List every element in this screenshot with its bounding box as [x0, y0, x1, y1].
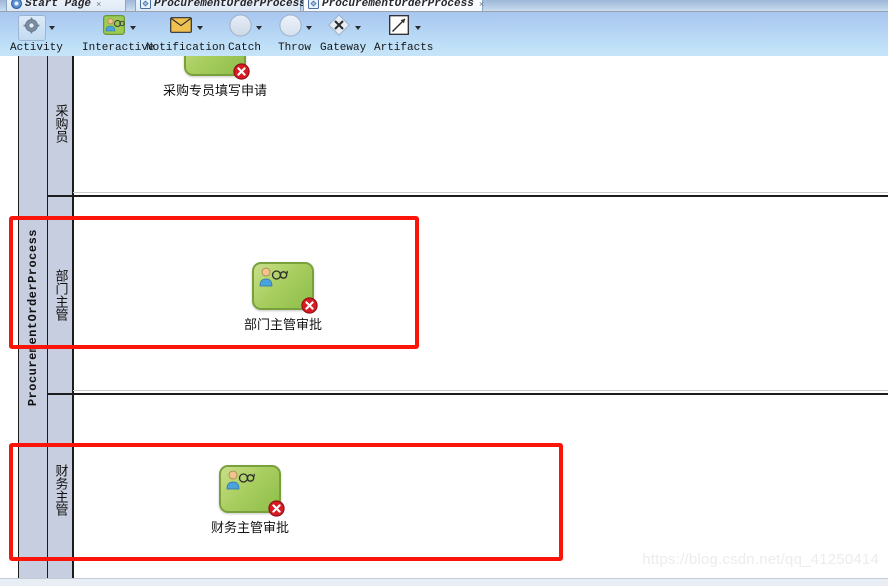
- palette-group-catch: Catch: [227, 13, 262, 54]
- envelope-icon: [170, 17, 193, 38]
- close-icon[interactable]: ×: [479, 0, 484, 10]
- gateway-dropdown-chevron-down-icon[interactable]: [354, 25, 361, 30]
- annotation-finance-manager-highlight: [9, 443, 563, 561]
- user-task-icon: [102, 15, 125, 40]
- bottom-status-strip: [0, 578, 888, 586]
- catch-button[interactable]: [227, 13, 253, 42]
- activity-button[interactable]: [17, 14, 46, 41]
- throw-event-circle-icon: [278, 13, 302, 42]
- gear-icon: [23, 17, 40, 39]
- diagram-file-icon: [140, 0, 151, 9]
- lane-body-procurement-clerk[interactable]: [73, 56, 888, 196]
- annotation-department-manager-highlight: [9, 216, 419, 349]
- interactive-button[interactable]: [101, 15, 127, 40]
- palette-group-activity: Activity: [10, 14, 63, 54]
- tab-label: ProcurementOrderProcess: [322, 0, 474, 10]
- artifacts-button[interactable]: [386, 15, 412, 40]
- tab-procurement-order-process-1[interactable]: ProcurementOrderProcess ×: [135, 0, 316, 11]
- application-window: Start Page × ProcurementOrderProcess × P…: [0, 0, 888, 586]
- palette-label-throw: Throw: [277, 42, 311, 54]
- palette-group-gateway: Gateway: [320, 14, 366, 54]
- tab-start-page[interactable]: Start Page ×: [6, 0, 126, 11]
- notification-button[interactable]: [168, 16, 194, 40]
- close-icon[interactable]: ×: [96, 0, 101, 10]
- tab-procurement-order-process-2[interactable]: ProcurementOrderProcess ×: [303, 0, 484, 11]
- start-page-icon: [11, 0, 22, 9]
- task-procurement-fill-request[interactable]: 采购专员填写申请: [163, 56, 267, 99]
- lane-header-procurement-clerk[interactable]: 采购员: [48, 56, 73, 196]
- artifacts-arrow-icon: [389, 15, 410, 40]
- task-label: 采购专员填写申请: [162, 84, 268, 99]
- palette-group-notification: Notification: [146, 14, 225, 54]
- gateway-diamond-icon: [327, 14, 350, 41]
- throw-dropdown-chevron-down-icon[interactable]: [306, 25, 312, 30]
- lane-divider: [73, 390, 888, 391]
- palette-label-artifacts: Artifacts: [374, 42, 434, 54]
- interactive-dropdown-chevron-down-icon[interactable]: [129, 25, 136, 30]
- editor-tab-bar: Start Page × ProcurementOrderProcess × P…: [0, 0, 888, 11]
- notification-dropdown-chevron-down-icon[interactable]: [197, 25, 204, 30]
- catch-event-circle-icon: [228, 13, 252, 42]
- task-shape[interactable]: [184, 56, 250, 80]
- watermark-text: https://blog.csdn.net/qq_41250414: [642, 551, 879, 568]
- throw-button[interactable]: [277, 13, 303, 42]
- bpmn-palette-toolbar: Activity Interactive Notification Catch …: [0, 11, 888, 56]
- lane-name-label: 采购员: [52, 103, 68, 143]
- palette-group-artifacts: Artifacts: [374, 14, 433, 54]
- lane-divider: [73, 192, 888, 193]
- tab-label: ProcurementOrderProcess: [154, 0, 306, 10]
- palette-label-interactive: Interactive: [82, 42, 155, 54]
- activity-dropdown-chevron-down-icon[interactable]: [48, 25, 55, 30]
- user-task-icon: [190, 56, 220, 61]
- palette-label-activity: Activity: [10, 42, 63, 54]
- artifacts-dropdown-chevron-down-icon[interactable]: [415, 25, 422, 30]
- palette-group-interactive: Interactive: [82, 14, 155, 54]
- catch-dropdown-chevron-down-icon[interactable]: [256, 25, 262, 30]
- palette-label-gateway: Gateway: [320, 42, 367, 54]
- palette-label-catch: Catch: [227, 42, 261, 54]
- diagram-file-icon: [308, 0, 319, 9]
- gateway-button[interactable]: [326, 14, 352, 41]
- error-badge-icon: [233, 63, 250, 80]
- palette-label-notification: Notification: [146, 42, 226, 54]
- tab-label: Start Page: [25, 0, 92, 10]
- palette-group-throw: Throw: [277, 13, 312, 54]
